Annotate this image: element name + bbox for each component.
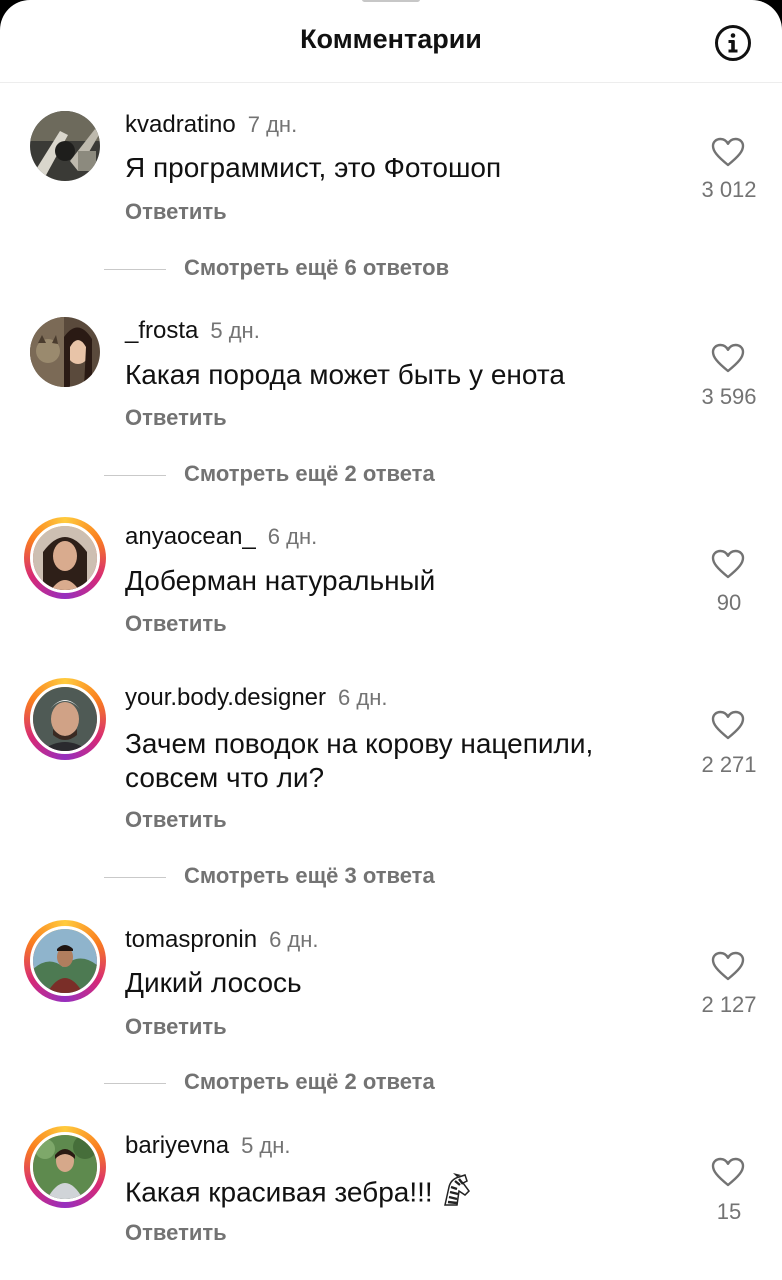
- avatar[interactable]: [24, 105, 106, 187]
- reply-button[interactable]: Ответить: [125, 1014, 227, 1040]
- comment-username[interactable]: kvadratino: [125, 111, 236, 138]
- divider-line: [104, 877, 166, 878]
- avatar-photo-icon: [33, 687, 97, 751]
- avatar-photo-icon: [33, 929, 97, 993]
- like-count: 3 596: [701, 384, 757, 409]
- heart-icon[interactable]: [711, 710, 745, 740]
- view-more-replies-label: Смотреть ещё 2 ответа: [184, 1069, 435, 1094]
- divider-line: [104, 1083, 166, 1084]
- comment-time: 6 дн.: [267, 524, 318, 549]
- zebra-emoji-icon: [439, 1173, 473, 1215]
- comment-time: 6 дн.: [269, 927, 319, 952]
- comment-text: Доберман натуральный: [125, 565, 436, 596]
- comment-text: Дикий лосось: [125, 967, 302, 998]
- comment-time: 6 дн.: [338, 685, 388, 710]
- heart-icon[interactable]: [711, 549, 745, 579]
- reply-button[interactable]: Ответить: [125, 405, 227, 431]
- comment-meta: your.body.designer 6 дн.: [125, 684, 387, 712]
- like-count: 3 012: [701, 177, 757, 202]
- comment-meta: _frosta 5 дн.: [125, 317, 260, 345]
- comment-username[interactable]: anyaocean_: [125, 523, 256, 550]
- avatar-photo-icon: [33, 526, 97, 590]
- comment-username[interactable]: bariyevna: [125, 1132, 229, 1159]
- reply-button[interactable]: Ответить: [125, 1220, 227, 1246]
- comment-meta: tomaspronin 6 дн.: [125, 926, 319, 954]
- comment-text: Я программист, это Фотошоп: [125, 152, 502, 183]
- avatar[interactable]: [24, 920, 106, 1002]
- comment-meta: kvadratino 7 дн.: [125, 111, 297, 139]
- like-count: 2 127: [701, 992, 757, 1017]
- view-more-replies-label: Смотреть ещё 2 ответа: [184, 461, 435, 486]
- like-count: 90: [716, 590, 742, 615]
- comments-header: Комментарии: [0, 0, 782, 83]
- comment-text: Какая красивая зебра!!!: [125, 1173, 685, 1215]
- avatar[interactable]: [24, 1126, 106, 1208]
- comment-time: 5 дн.: [241, 1133, 291, 1158]
- heart-icon[interactable]: [711, 137, 745, 167]
- comment-text: Зачем поводок на корову нацепили, совсем…: [125, 728, 594, 793]
- avatar-photo-icon: [30, 111, 100, 181]
- avatar[interactable]: [24, 678, 106, 760]
- comment-text: Какая порода может быть у енота: [125, 359, 565, 390]
- divider-line: [104, 475, 166, 476]
- comment-username[interactable]: _frosta: [125, 317, 198, 344]
- divider-line: [104, 269, 166, 270]
- comment-username[interactable]: your.body.designer: [125, 684, 326, 711]
- avatar[interactable]: [24, 517, 106, 599]
- avatar[interactable]: [24, 311, 106, 393]
- view-more-replies-label: Смотреть ещё 3 ответа: [184, 863, 435, 888]
- reply-button[interactable]: Ответить: [125, 807, 227, 833]
- page-title: Комментарии: [300, 24, 482, 54]
- view-more-replies-label: Смотреть ещё 6 ответов: [184, 255, 450, 280]
- comment-text-content: Какая красивая зебра!!!: [125, 1176, 433, 1208]
- like-count: 2 271: [701, 752, 757, 777]
- like-count: 15: [716, 1199, 742, 1224]
- comment-username[interactable]: tomaspronin: [125, 926, 257, 953]
- reply-button[interactable]: Ответить: [125, 199, 227, 225]
- comment-time: 5 дн.: [210, 318, 260, 343]
- comment-meta: anyaocean_ 6 дн.: [125, 523, 317, 551]
- avatar-photo-icon: [33, 1135, 97, 1199]
- comments-sheet: Комментарии kvadratino 7 дн. Я программи…: [0, 0, 782, 1280]
- heart-icon[interactable]: [711, 343, 745, 373]
- comment-meta: bariyevna 5 дн.: [125, 1132, 291, 1160]
- info-circle-icon[interactable]: [714, 24, 752, 62]
- heart-icon[interactable]: [711, 951, 745, 981]
- reply-button[interactable]: Ответить: [125, 611, 227, 637]
- heart-icon[interactable]: [711, 1157, 745, 1187]
- avatar-photo-icon: [30, 317, 100, 387]
- comment-time: 7 дн.: [247, 112, 298, 137]
